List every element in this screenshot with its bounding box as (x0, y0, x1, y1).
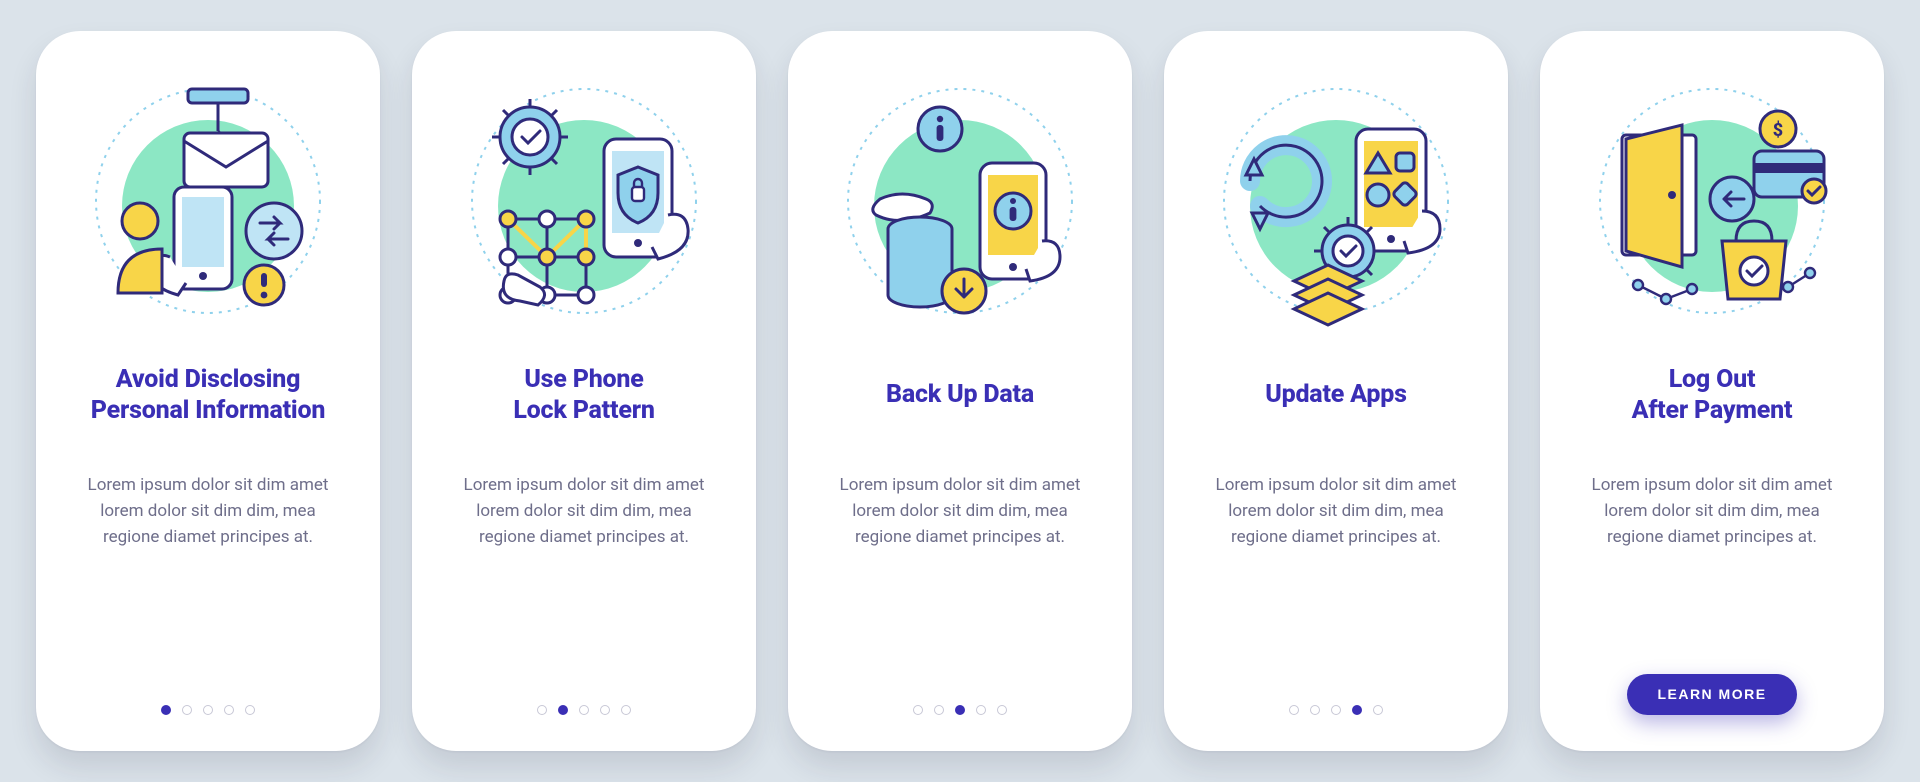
pagination-dot-3[interactable] (579, 705, 589, 715)
pagination-dot-5[interactable] (245, 705, 255, 715)
screen-body: Lorem ipsum dolor sit dim amet lorem dol… (78, 472, 338, 551)
pagination-dot-1[interactable] (161, 705, 171, 715)
lock-pattern-icon (454, 71, 714, 331)
pagination-dot-2[interactable] (1310, 705, 1320, 715)
screen-heading: Use Phone Lock Pattern (513, 361, 654, 429)
pagination-dots (161, 705, 255, 715)
screen-body: Lorem ipsum dolor sit dim amet lorem dol… (1582, 472, 1842, 551)
pagination-dot-4[interactable] (600, 705, 610, 715)
pagination-dots (913, 705, 1007, 715)
screen-body: Lorem ipsum dolor sit dim amet lorem dol… (1206, 472, 1466, 551)
onboarding-screen-3: Back Up Data Lorem ipsum dolor sit dim a… (788, 31, 1132, 751)
pagination-dots (537, 705, 631, 715)
pagination-dot-4[interactable] (1352, 705, 1362, 715)
onboarding-screen-4: Update Apps Lorem ipsum dolor sit dim am… (1164, 31, 1508, 751)
phishing-privacy-icon (78, 71, 338, 331)
pagination-dot-3[interactable] (203, 705, 213, 715)
logout-payment-icon: $ (1582, 71, 1842, 331)
pagination-dot-5[interactable] (997, 705, 1007, 715)
pagination-dot-5[interactable] (1373, 705, 1383, 715)
pagination-dot-5[interactable] (621, 705, 631, 715)
pagination-dot-2[interactable] (934, 705, 944, 715)
pagination-dot-3[interactable] (1331, 705, 1341, 715)
pagination-dots (1289, 705, 1383, 715)
onboarding-stage: Avoid Disclosing Personal Information Lo… (0, 0, 1920, 782)
svg-text:$: $ (1773, 120, 1783, 141)
update-apps-icon (1206, 71, 1466, 331)
pagination-dot-1[interactable] (1289, 705, 1299, 715)
screen-body: Lorem ipsum dolor sit dim amet lorem dol… (830, 472, 1090, 551)
onboarding-screen-1: Avoid Disclosing Personal Information Lo… (36, 31, 380, 751)
pagination-dot-4[interactable] (976, 705, 986, 715)
onboarding-screen-2: Use Phone Lock Pattern Lorem ipsum dolor… (412, 31, 756, 751)
pagination-dot-1[interactable] (913, 705, 923, 715)
pagination-dot-2[interactable] (558, 705, 568, 715)
screen-heading: Log Out After Payment (1632, 361, 1793, 429)
pagination-dot-4[interactable] (224, 705, 234, 715)
backup-data-icon (830, 71, 1090, 331)
screen-heading: Avoid Disclosing Personal Information (91, 361, 325, 429)
onboarding-screen-5: $ Log Out After Payment Lorem (1540, 31, 1884, 751)
screen-heading: Update Apps (1265, 361, 1407, 429)
learn-more-button[interactable]: LEARN MORE (1627, 674, 1796, 715)
screen-body: Lorem ipsum dolor sit dim amet lorem dol… (454, 472, 714, 551)
screen-heading: Back Up Data (886, 361, 1034, 429)
pagination-dot-1[interactable] (537, 705, 547, 715)
pagination-dot-3[interactable] (955, 705, 965, 715)
pagination-dot-2[interactable] (182, 705, 192, 715)
